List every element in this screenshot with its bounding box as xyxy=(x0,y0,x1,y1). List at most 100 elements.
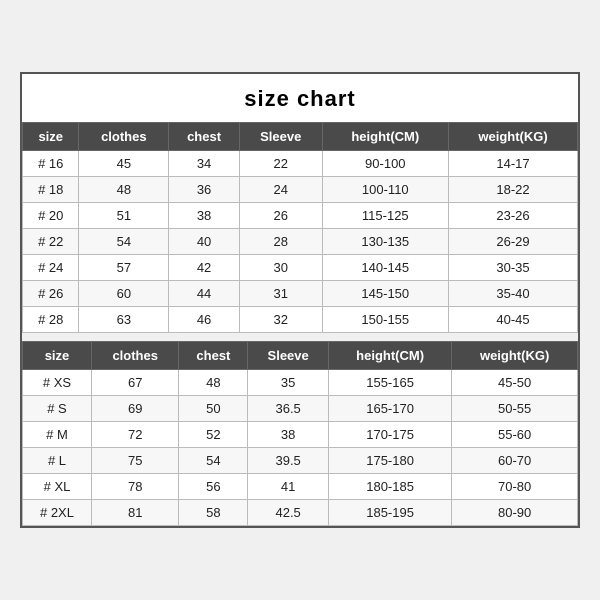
table-cell: 39.5 xyxy=(248,448,329,474)
table-cell: 40 xyxy=(169,229,240,255)
table-row: # 26604431145-15035-40 xyxy=(23,281,578,307)
table-cell: 23-26 xyxy=(449,203,578,229)
table-cell: # S xyxy=(23,396,92,422)
table1-header-row: size clothes chest Sleeve height(CM) wei… xyxy=(23,123,578,151)
table-row: # 18483624100-11018-22 xyxy=(23,177,578,203)
table2-header-height: height(CM) xyxy=(328,342,451,370)
table-row: # XL785641180-18570-80 xyxy=(23,474,578,500)
table-cell: # 2XL xyxy=(23,500,92,526)
table-cell: 34 xyxy=(169,151,240,177)
table-cell: # M xyxy=(23,422,92,448)
table-cell: 180-185 xyxy=(328,474,451,500)
table-cell: # 18 xyxy=(23,177,79,203)
table2-header-clothes: clothes xyxy=(91,342,178,370)
table-cell: 72 xyxy=(91,422,178,448)
table-cell: 41 xyxy=(248,474,329,500)
table-cell: 35 xyxy=(248,370,329,396)
table-cell: 58 xyxy=(179,500,248,526)
table-cell: 57 xyxy=(79,255,169,281)
table-cell: 22 xyxy=(239,151,322,177)
table-cell: 155-165 xyxy=(328,370,451,396)
table-row: # 28634632150-15540-45 xyxy=(23,307,578,333)
table-cell: 130-135 xyxy=(322,229,449,255)
table1-header-chest: chest xyxy=(169,123,240,151)
table-cell: 35-40 xyxy=(449,281,578,307)
table-cell: 26 xyxy=(239,203,322,229)
table-cell: 38 xyxy=(169,203,240,229)
table-cell: 50-55 xyxy=(452,396,578,422)
table-cell: 45-50 xyxy=(452,370,578,396)
table-cell: 38 xyxy=(248,422,329,448)
table-row: # 20513826115-12523-26 xyxy=(23,203,578,229)
table-cell: 46 xyxy=(169,307,240,333)
table-cell: # XL xyxy=(23,474,92,500)
table-cell: 55-60 xyxy=(452,422,578,448)
table-cell: 81 xyxy=(91,500,178,526)
table-cell: 42 xyxy=(169,255,240,281)
table-cell: 90-100 xyxy=(322,151,449,177)
table-cell: 80-90 xyxy=(452,500,578,526)
table-cell: 56 xyxy=(179,474,248,500)
table-cell: 185-195 xyxy=(328,500,451,526)
table1-header-size: size xyxy=(23,123,79,151)
table-cell: # XS xyxy=(23,370,92,396)
table-cell: 26-29 xyxy=(449,229,578,255)
table-cell: 52 xyxy=(179,422,248,448)
table-cell: 150-155 xyxy=(322,307,449,333)
table-cell: 14-17 xyxy=(449,151,578,177)
table-cell: 44 xyxy=(169,281,240,307)
size-table-1: size clothes chest Sleeve height(CM) wei… xyxy=(22,122,578,333)
table-cell: 24 xyxy=(239,177,322,203)
table-cell: 32 xyxy=(239,307,322,333)
table-cell: 51 xyxy=(79,203,169,229)
table-cell: 30-35 xyxy=(449,255,578,281)
table2-header-row: size clothes chest Sleeve height(CM) wei… xyxy=(23,342,578,370)
table-cell: 45 xyxy=(79,151,169,177)
table-cell: 60-70 xyxy=(452,448,578,474)
table-cell: # 16 xyxy=(23,151,79,177)
table-row: # XS674835155-16545-50 xyxy=(23,370,578,396)
chart-title: size chart xyxy=(22,74,578,122)
table2-header-size: size xyxy=(23,342,92,370)
table-cell: 48 xyxy=(79,177,169,203)
table-cell: # 24 xyxy=(23,255,79,281)
table2-header-chest: chest xyxy=(179,342,248,370)
table-cell: 54 xyxy=(179,448,248,474)
table-cell: # 20 xyxy=(23,203,79,229)
section-gap xyxy=(22,333,578,341)
table-cell: 28 xyxy=(239,229,322,255)
table-row: # L755439.5175-18060-70 xyxy=(23,448,578,474)
table-cell: 30 xyxy=(239,255,322,281)
table-cell: 69 xyxy=(91,396,178,422)
table-cell: 60 xyxy=(79,281,169,307)
table1-header-height: height(CM) xyxy=(322,123,449,151)
table-cell: 175-180 xyxy=(328,448,451,474)
table-cell: 67 xyxy=(91,370,178,396)
table-row: # 2XL815842.5185-19580-90 xyxy=(23,500,578,526)
size-table-2: size clothes chest Sleeve height(CM) wei… xyxy=(22,341,578,526)
table-cell: 75 xyxy=(91,448,178,474)
table1-header-clothes: clothes xyxy=(79,123,169,151)
table2-header-sleeve: Sleeve xyxy=(248,342,329,370)
table-cell: 40-45 xyxy=(449,307,578,333)
table-row: # 24574230140-14530-35 xyxy=(23,255,578,281)
table-cell: # 22 xyxy=(23,229,79,255)
table-cell: 165-170 xyxy=(328,396,451,422)
table-cell: 145-150 xyxy=(322,281,449,307)
table-cell: # 26 xyxy=(23,281,79,307)
table-cell: 50 xyxy=(179,396,248,422)
table-cell: # 28 xyxy=(23,307,79,333)
table1-header-weight: weight(KG) xyxy=(449,123,578,151)
table2-header-weight: weight(KG) xyxy=(452,342,578,370)
table-cell: 36 xyxy=(169,177,240,203)
table-cell: 70-80 xyxy=(452,474,578,500)
table-cell: 36.5 xyxy=(248,396,329,422)
table-row: # S695036.5165-17050-55 xyxy=(23,396,578,422)
table-cell: 54 xyxy=(79,229,169,255)
table-row: # 22544028130-13526-29 xyxy=(23,229,578,255)
chart-container: size chart size clothes chest Sleeve hei… xyxy=(20,72,580,528)
table-cell: 140-145 xyxy=(322,255,449,281)
table-cell: 78 xyxy=(91,474,178,500)
table1-header-sleeve: Sleeve xyxy=(239,123,322,151)
table-cell: 18-22 xyxy=(449,177,578,203)
